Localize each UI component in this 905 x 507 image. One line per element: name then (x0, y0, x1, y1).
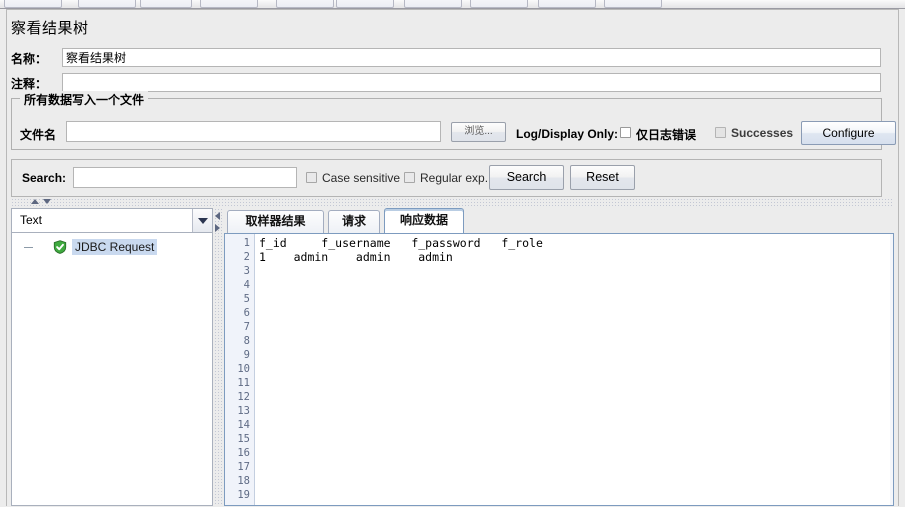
error-logs-only-label: 仅日志错误 (636, 128, 697, 142)
log-display-only-label: Log/Display Only: (516, 127, 619, 141)
line-number: 16 (237, 447, 250, 459)
top-toolbar-sliver (0, 0, 905, 9)
line-number: 9 (243, 349, 250, 361)
reset-button[interactable]: Reset (570, 165, 635, 190)
code-line: f_id f_username f_password f_role (259, 236, 543, 250)
line-number: 12 (237, 391, 250, 403)
toolbar-button[interactable] (78, 0, 136, 8)
line-number: 19 (237, 489, 250, 501)
line-number: 17 (237, 461, 250, 473)
regular-exp-label: Regular exp. (420, 171, 489, 185)
comment-row: 注释： (11, 73, 881, 93)
successes-checkbox[interactable] (715, 127, 726, 138)
horizontal-split-divider[interactable] (11, 198, 893, 206)
line-number: 3 (243, 265, 250, 277)
page-title: 察看结果树 (11, 20, 89, 37)
line-number: 4 (243, 279, 250, 291)
search-input[interactable] (73, 167, 297, 188)
toolbar-button[interactable] (140, 0, 192, 8)
name-label: 名称： (11, 52, 48, 66)
filename-label: 文件名 (20, 128, 57, 142)
result-detail-pane: 取样器结果 请求 响应数据 1 2 3 4 5 6 7 8 9 10 11 12 13 14 15 16 17 1… (224, 208, 894, 506)
name-input[interactable] (62, 48, 881, 67)
toolbar-button[interactable] (404, 0, 462, 8)
result-tabs: 取样器结果 请求 响应数据 (224, 208, 894, 233)
tree-node-label: JDBC Request (72, 239, 158, 255)
tab-sampler-result[interactable]: 取样器结果 (227, 210, 324, 233)
tab-request[interactable]: 请求 (328, 210, 380, 233)
toolbar-button[interactable] (538, 0, 596, 8)
tree-branch-line (24, 247, 33, 248)
line-number-gutter: 1 2 3 4 5 6 7 8 9 10 11 12 13 14 15 16 17 18 19 (225, 234, 255, 505)
search-button[interactable]: Search (489, 165, 564, 190)
line-number: 15 (237, 433, 250, 445)
successes-label: Successes (731, 126, 794, 140)
collapse-up-icon[interactable] (31, 199, 39, 204)
renderer-combobox[interactable]: Text (12, 209, 212, 233)
response-data-text[interactable]: f_id f_username f_password f_role 1 admin… (256, 234, 893, 507)
line-number: 13 (237, 405, 250, 417)
toolbar-button[interactable] (276, 0, 334, 8)
filename-input[interactable] (66, 121, 441, 142)
jmeter-view-results-tree-panel: 察看结果树 名称： 注释： 所有数据写入一个文件 文件名 浏览... Log/D… (0, 0, 905, 506)
regular-exp-checkbox[interactable] (404, 172, 415, 183)
search-label: Search: (22, 171, 67, 185)
response-scrollbar[interactable] (890, 234, 893, 505)
write-all-data-to-file-title: 所有数据写入一个文件 (20, 91, 149, 108)
toolbar-button[interactable] (470, 0, 528, 8)
error-logs-only-checkbox[interactable] (620, 127, 631, 138)
toolbar-button[interactable] (604, 0, 662, 8)
comment-input[interactable] (62, 73, 881, 92)
line-number: 18 (237, 475, 250, 487)
response-data-view: 1 2 3 4 5 6 7 8 9 10 11 12 13 14 15 16 17 18 19 f_id f_use… (224, 233, 894, 506)
line-number: 11 (237, 377, 250, 389)
line-number: 14 (237, 419, 250, 431)
code-line: 1 admin admin admin (259, 250, 453, 264)
case-sensitive-checkbox[interactable] (306, 172, 317, 183)
line-number: 5 (243, 293, 250, 305)
configure-button[interactable]: Configure (801, 121, 896, 145)
line-number: 10 (237, 363, 250, 375)
toolbar-button[interactable] (4, 0, 62, 8)
toolbar-button[interactable] (200, 0, 258, 8)
chevron-down-icon[interactable] (192, 209, 212, 232)
line-number: 8 (243, 335, 250, 347)
collapse-left-icon[interactable] (215, 212, 220, 220)
browse-button[interactable]: 浏览... (451, 122, 506, 142)
comment-label: 注释： (11, 77, 48, 91)
results-tree-pane: Text JDBC Request (11, 208, 213, 506)
line-number: 2 (243, 251, 250, 263)
vertical-split-divider[interactable] (214, 208, 222, 506)
collapse-right-icon[interactable] (215, 224, 220, 232)
line-number: 7 (243, 321, 250, 333)
toolbar-button[interactable] (336, 0, 394, 8)
line-number: 1 (243, 237, 250, 249)
tab-response-data[interactable]: 响应数据 (384, 208, 464, 233)
line-number: 6 (243, 307, 250, 319)
collapse-down-icon[interactable] (43, 199, 51, 204)
renderer-selected-value: Text (20, 213, 43, 227)
green-shield-check-icon (53, 240, 67, 254)
case-sensitive-label: Case sensitive (322, 171, 401, 185)
name-row: 名称： (11, 48, 881, 68)
